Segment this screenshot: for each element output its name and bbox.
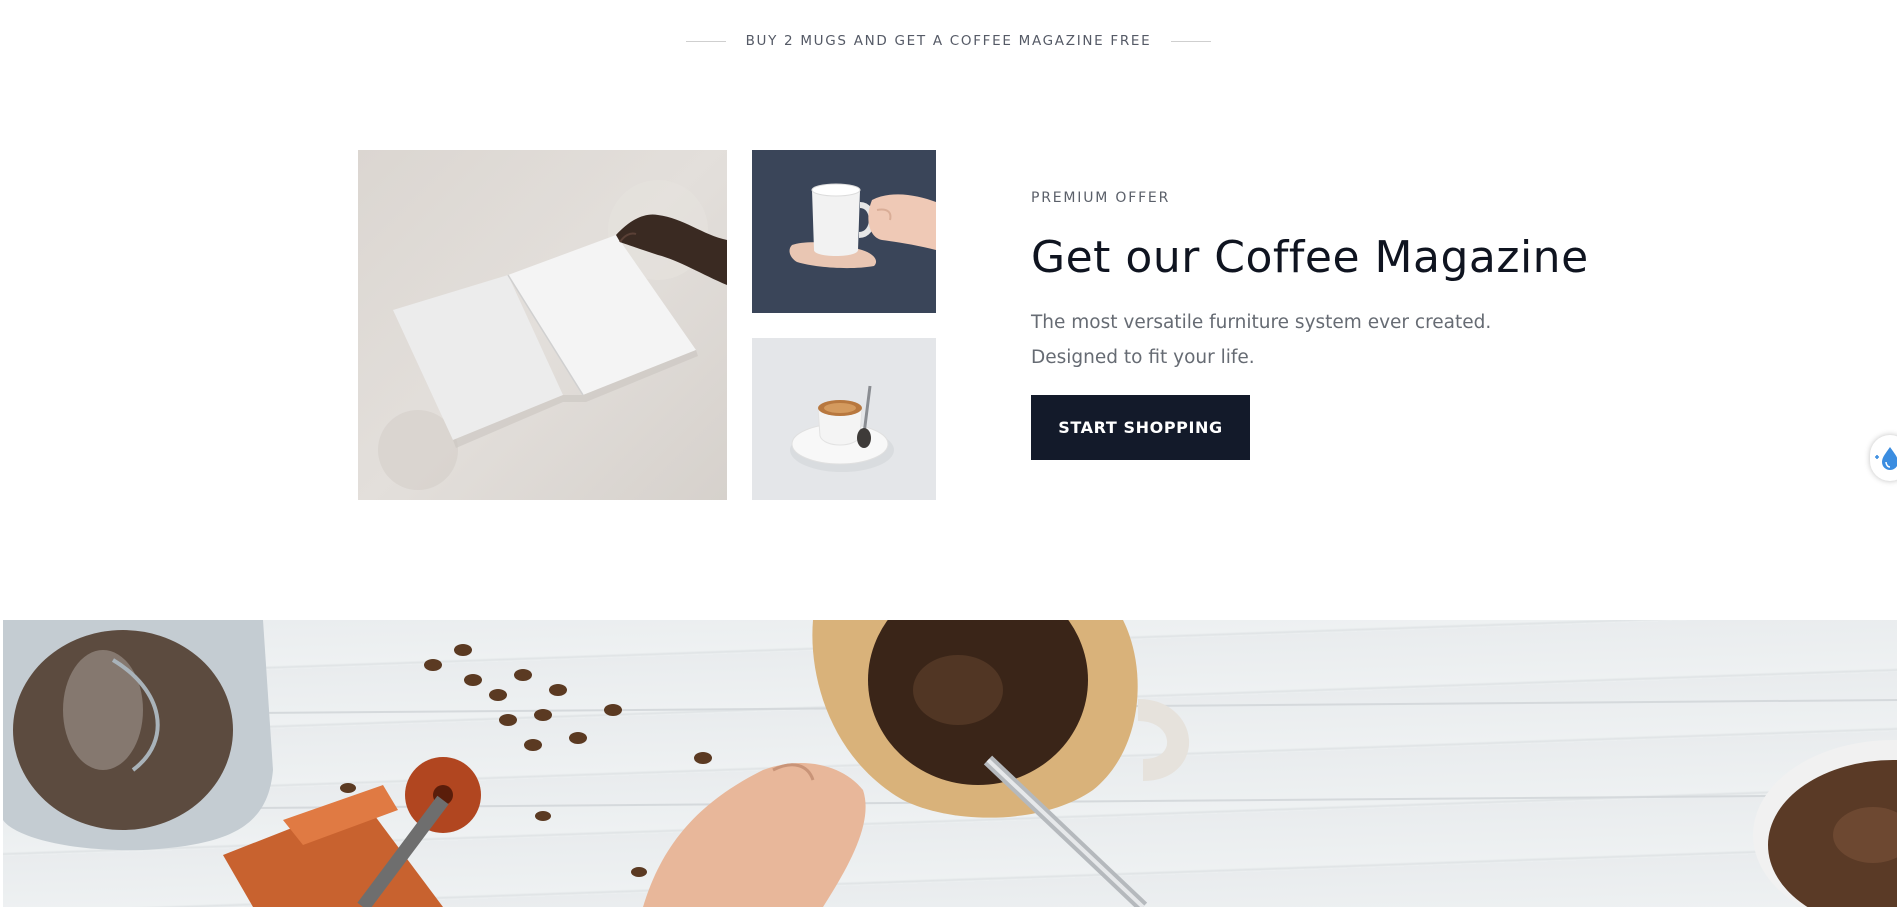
espresso-illustration	[790, 385, 894, 472]
mug-image	[752, 150, 936, 313]
start-shopping-button[interactable]: START SHOPPING	[1031, 395, 1250, 460]
espresso-image	[752, 338, 936, 500]
offer-eyebrow: PREMIUM OFFER	[1031, 190, 1171, 206]
floating-widget-button[interactable]	[1870, 435, 1897, 481]
magazine-image	[358, 150, 727, 500]
water-drop-icon	[1875, 447, 1897, 470]
coffee-hero-illustration	[3, 620, 1897, 907]
offer-section: PREMIUM OFFER Get our Coffee Magazine Th…	[1031, 190, 1591, 460]
coffee-hero-image	[3, 620, 1897, 907]
offer-description-line-2: Designed to fit your life.	[1031, 347, 1255, 368]
mug-illustration	[789, 183, 936, 269]
offer-description-line-1: The most versatile furniture system ever…	[1031, 312, 1492, 333]
offer-title: Get our Coffee Magazine	[1031, 232, 1589, 283]
promo-left-rule	[685, 40, 726, 42]
offer-description: The most versatile furniture system ever…	[1031, 305, 1591, 375]
promo-text: BUY 2 MUGS AND GET A COFFEE MAGAZINE FRE…	[745, 33, 1152, 49]
magazine-illustration	[378, 180, 727, 490]
promo-right-rule	[1171, 40, 1212, 42]
promo-banner: BUY 2 MUGS AND GET A COFFEE MAGAZINE FRE…	[0, 26, 1897, 56]
